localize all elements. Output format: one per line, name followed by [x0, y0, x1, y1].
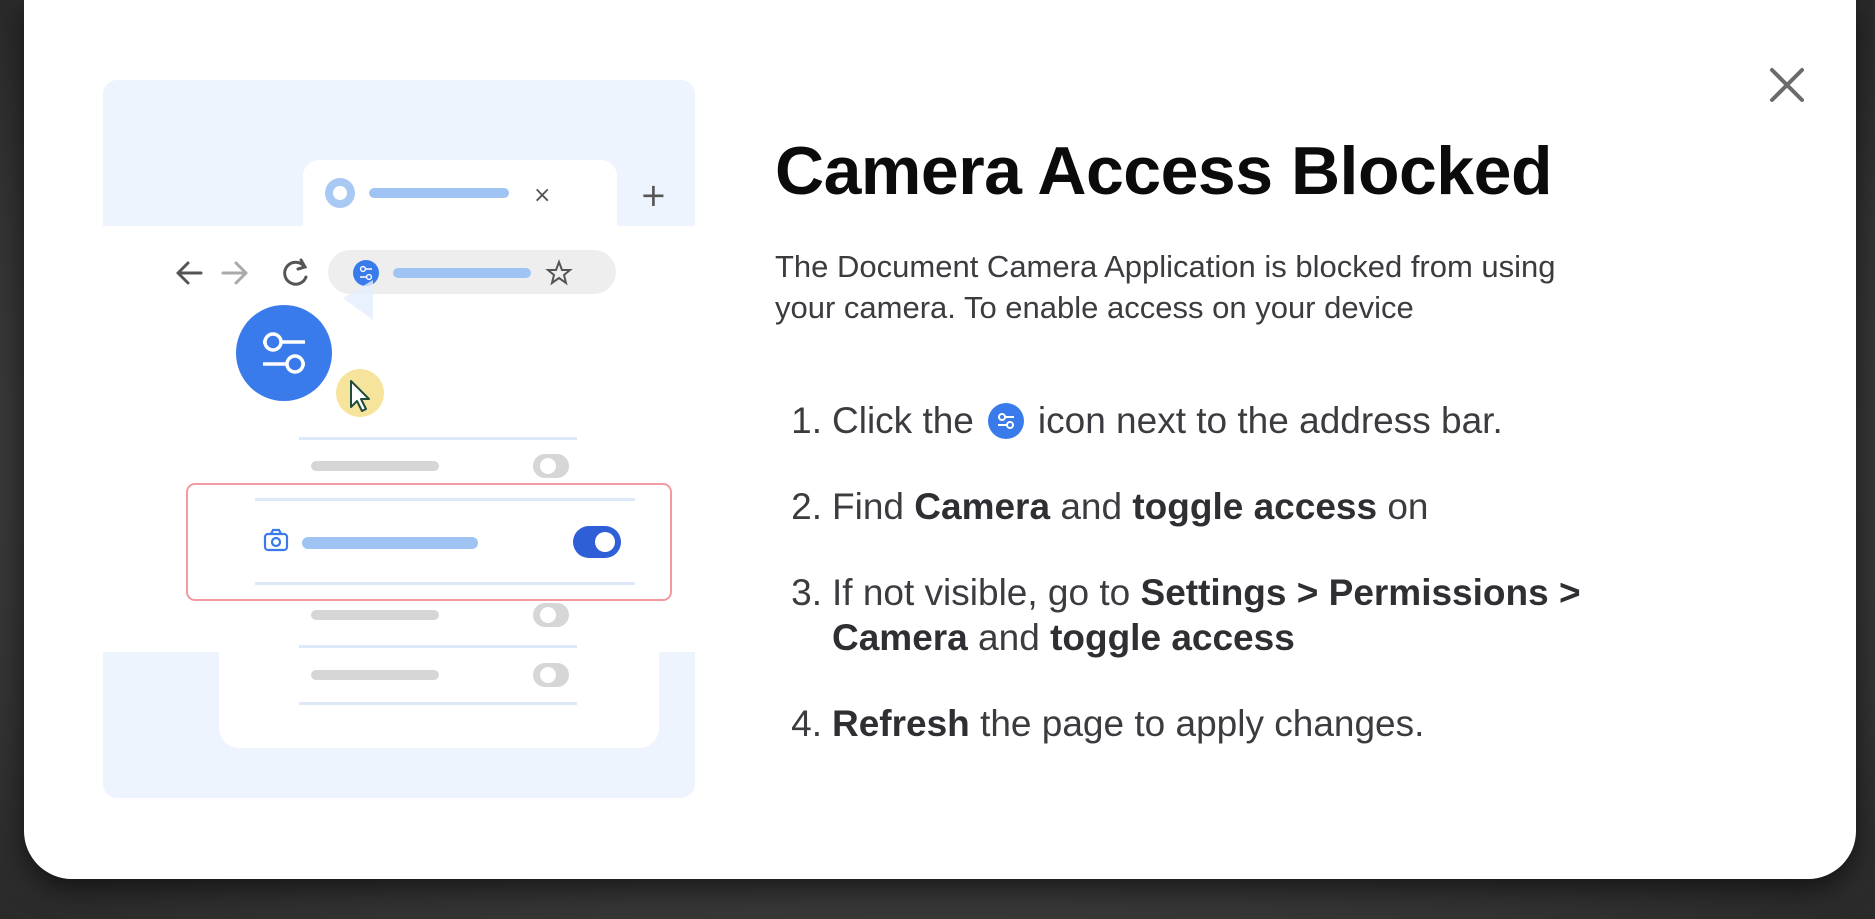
- close-button[interactable]: [1757, 55, 1817, 115]
- new-tab-icon: +: [640, 176, 667, 214]
- browser-illustration: × +: [103, 80, 695, 798]
- site-settings-icon: [987, 403, 1024, 439]
- dialog-title: Camera Access Blocked: [775, 133, 1552, 209]
- tab-close-icon: ×: [533, 183, 551, 208]
- camera-blocked-dialog: × + Camera Access Blocked The Document C…: [24, 0, 1856, 879]
- instructions: Camera Access Blocked The Document Camer…: [775, 130, 1675, 787]
- step-4: 4. Refresh the page to apply changes.: [791, 703, 1425, 744]
- site-settings-icon: [236, 305, 332, 401]
- site-settings-icon: [353, 260, 379, 286]
- close-icon: [1770, 68, 1804, 102]
- step-1: 1. Click the icon next to the address bar…: [791, 400, 1503, 441]
- dialog-subtitle: The Document Camera Application is block…: [775, 249, 1556, 325]
- steps-list: 1. Click the icon next to the address bar…: [775, 398, 1675, 746]
- step-3: 3. If not visible, go to Settings > Perm…: [791, 572, 1581, 658]
- step-2: 2. Find Camera and toggle access on: [791, 486, 1429, 527]
